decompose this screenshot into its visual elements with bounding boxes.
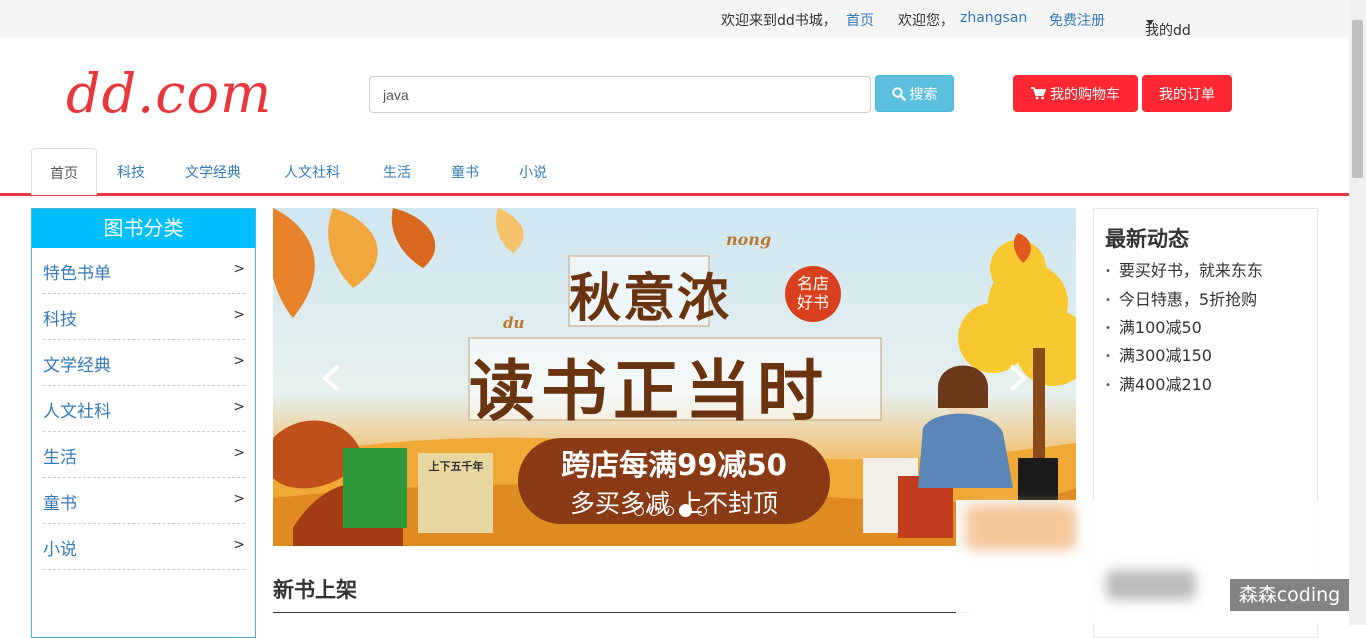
cart-icon	[1031, 87, 1046, 100]
search-button-label: 搜索	[909, 86, 938, 103]
chevron-right-icon: >	[233, 537, 245, 553]
chevron-right-icon: >	[233, 445, 245, 461]
search-button[interactable]: 搜索	[875, 75, 954, 112]
promo-carousel[interactable]: nong 秋意浓 名店好书 du 读书正当时 跨店每满99减50 多买多减 上不…	[273, 208, 1076, 546]
news-item[interactable]: 要买好书，就来东东	[1105, 257, 1263, 281]
chevron-right-icon: >	[233, 307, 245, 323]
tab-novel[interactable]: 小说	[519, 148, 547, 194]
pinyin-nong: nong	[726, 230, 772, 249]
sidebar-title: 图书分类	[32, 209, 255, 248]
carousel-dot[interactable]	[664, 505, 674, 516]
banner-promo-1: 跨店每满99减50	[561, 448, 787, 482]
order-button[interactable]: 我的订单	[1142, 75, 1232, 112]
news-title: 最新动态	[1105, 227, 1189, 251]
nav-divider	[0, 193, 1349, 196]
sidebar-item-featured[interactable]: 特色书单 >	[43, 248, 245, 294]
new-arrivals-title: 新书上架	[273, 578, 357, 602]
banner-badge: 名店好书	[796, 274, 829, 312]
sidebar-item-children[interactable]: 童书 >	[43, 478, 245, 524]
carousel-dot[interactable]	[634, 505, 644, 516]
news-item[interactable]: 今日特惠，5折抢购	[1105, 286, 1257, 310]
caret-down-icon	[1146, 20, 1154, 25]
cart-button[interactable]: 我的购物车	[1013, 75, 1138, 112]
news-item[interactable]: 满300减150	[1105, 342, 1212, 366]
carousel-dot[interactable]	[649, 505, 659, 516]
tab-literature[interactable]: 文学经典	[185, 148, 241, 194]
search-input[interactable]	[369, 76, 871, 113]
sidebar-item-label: 人文社科	[43, 402, 111, 422]
sidebar-item-literature[interactable]: 文学经典 >	[43, 340, 245, 386]
sidebar-item-novel[interactable]: 小说 >	[43, 524, 245, 570]
chevron-right-icon: >	[233, 491, 245, 507]
sidebar-item-humanities[interactable]: 人文社科 >	[43, 386, 245, 432]
carousel-dot-active[interactable]	[679, 504, 692, 517]
scrollbar-thumb[interactable]	[1352, 20, 1363, 178]
sidebar-item-label: 童书	[43, 494, 77, 514]
category-sidebar: 图书分类 特色书单 > 科技 > 文学经典 > 人文社科 > 生活 > 童书 > 小说 >	[31, 208, 256, 638]
hello-text: 欢迎您，	[898, 13, 954, 29]
chevron-right-icon: >	[233, 353, 245, 369]
order-button-label: 我的订单	[1159, 86, 1215, 103]
carousel-indicators	[634, 504, 707, 517]
pinyin-du: du	[503, 314, 525, 332]
sidebar-item-label: 文学经典	[43, 356, 111, 376]
sidebar-item-label: 小说	[43, 540, 77, 560]
register-link[interactable]: 免费注册	[1049, 10, 1105, 30]
chevron-right-icon: >	[233, 399, 245, 415]
username-link[interactable]: zhangsan	[960, 10, 1027, 26]
home-link[interactable]: 首页	[846, 10, 874, 30]
sidebar-item-label: 科技	[43, 310, 77, 330]
top-bar: 欢迎来到dd书城， 首页 欢迎您， zhangsan 免费注册 我的dd	[0, 0, 1349, 39]
sidebar-item-label: 生活	[43, 448, 77, 468]
carousel-dot[interactable]	[697, 505, 707, 516]
banner-line-2: 读书正当时	[469, 352, 829, 430]
sidebar-item-tech[interactable]: 科技 >	[43, 294, 245, 340]
sidebar-item-life[interactable]: 生活 >	[43, 432, 245, 478]
section-divider	[273, 612, 973, 613]
banner-line-1: 秋意浓	[569, 268, 732, 329]
banner-book-title: 上下五千年	[428, 460, 484, 473]
search-icon	[891, 86, 906, 101]
tab-children[interactable]: 童书	[451, 148, 479, 194]
welcome-text: 欢迎来到dd书城，	[721, 13, 837, 29]
chevron-right-icon: >	[233, 261, 245, 277]
news-item[interactable]: 满400减210	[1105, 371, 1212, 395]
tab-humanities[interactable]: 人文社科	[284, 148, 340, 194]
cart-button-label: 我的购物车	[1050, 86, 1120, 103]
tab-home[interactable]: 首页	[31, 148, 97, 195]
tab-life[interactable]: 生活	[383, 148, 411, 194]
tab-tech[interactable]: 科技	[117, 148, 145, 194]
site-logo[interactable]: dd.com	[66, 62, 272, 125]
watermark: 森森coding	[1230, 579, 1349, 611]
news-item[interactable]: 满100减50	[1105, 314, 1202, 338]
sidebar-item-label: 特色书单	[43, 264, 111, 284]
